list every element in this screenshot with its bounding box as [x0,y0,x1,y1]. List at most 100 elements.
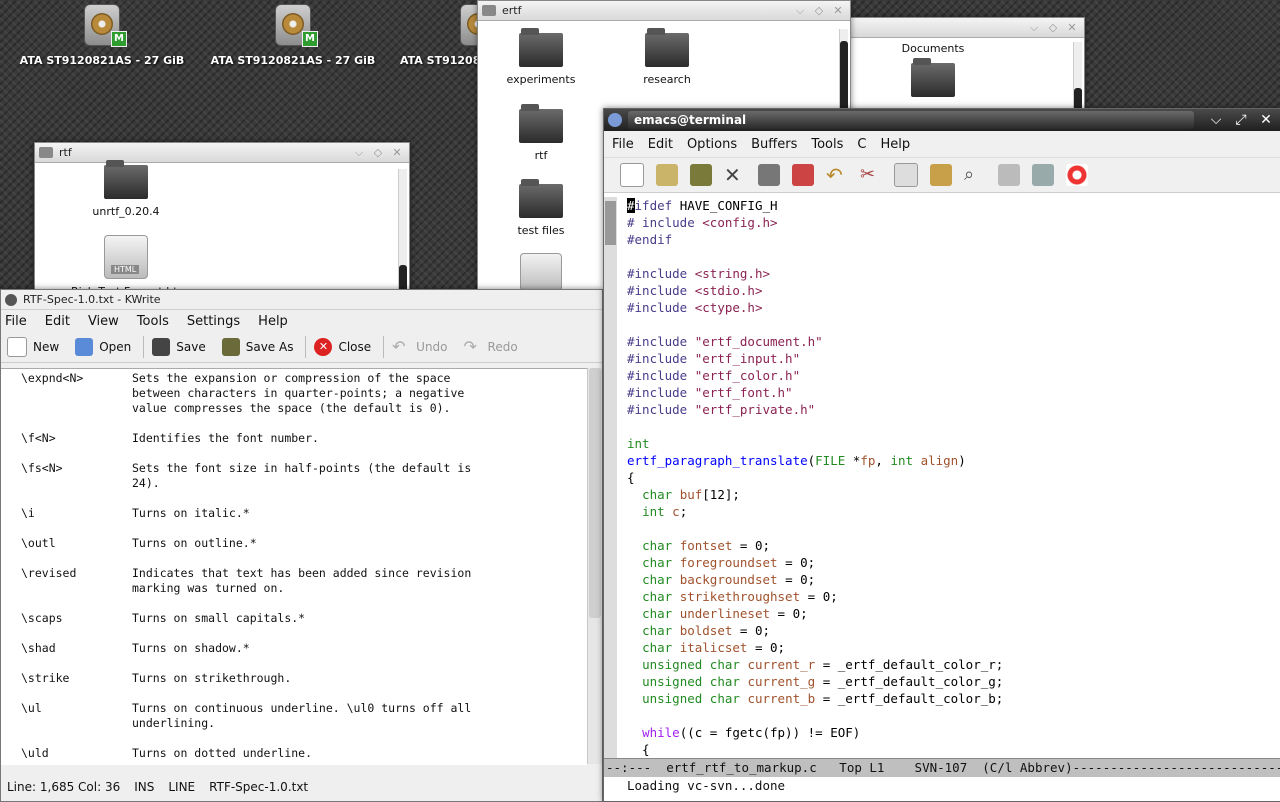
folder-icon [104,160,148,199]
paste-icon[interactable] [930,164,952,186]
close-icon: ✕ [314,338,333,356]
folder-label: rtf [534,149,548,162]
minimize-icon[interactable]: ⌵ [792,4,808,18]
menu-file[interactable]: File [612,137,634,152]
vertical-scrollbar[interactable] [604,197,617,765]
close-button[interactable]: ✕ Close [314,338,371,356]
window-titlebar: rtf ⌵ ◇ ✕ [35,143,409,163]
preferences-icon[interactable] [1032,164,1054,186]
save-as-icon[interactable] [792,164,814,186]
status-bar: Line: 1,685 Col: 36 INS LINE RTF-Spec-1.… [1,773,602,801]
close-icon[interactable]: ✕ [389,146,405,159]
selection-mode[interactable]: LINE [168,780,195,794]
mounted-badge: M [302,31,318,47]
window-title: ertf [502,4,522,17]
folder-item-research[interactable]: research [612,28,722,86]
menu-view[interactable]: View [88,314,119,329]
emacs-window: emacs@terminal ⌵ ⤢ ✕ File Edit Options B… [603,108,1280,802]
redo-button[interactable]: ↷ Redo [464,338,518,356]
search-icon[interactable]: ⌕ [964,164,986,186]
folder-item-unrtf[interactable]: unrtf_0.20.4 [71,160,181,218]
html-file-icon: HTML [104,235,148,279]
menu-tools[interactable]: Tools [811,137,843,152]
vertical-scrollbar[interactable] [587,368,602,764]
new-document-icon [7,337,27,357]
text-file-icon[interactable] [520,253,562,291]
menu-buffers[interactable]: Buffers [751,137,797,152]
folder-item[interactable]: Documents [878,42,988,97]
save-icon[interactable] [758,164,780,186]
menu-help[interactable]: Help [258,314,288,329]
save-as-icon [221,338,240,356]
folder-label: experiments [506,73,576,86]
menu-file[interactable]: File [5,314,27,329]
scrollbar-thumb[interactable] [589,368,601,618]
code-buffer[interactable]: #ifdef HAVE_CONFIG_H # include <config.h>… [627,197,1003,758]
text-line: \f<N> Identifies the font number. [21,431,319,445]
mode-line: --:--- ertf_rtf_to_markup.c Top L1 SVN-1… [604,758,1280,777]
toolbar: New Open Save Save As ✕ Close ↶ Undo ↷ Redo [1,332,602,363]
maximize-icon[interactable]: ⤢ [1230,112,1252,128]
print-icon[interactable] [998,164,1020,186]
close-icon[interactable]: ✕ [830,4,846,17]
window-title: rtf [59,146,72,159]
copy-icon[interactable] [894,163,918,187]
desktop-drive-2[interactable]: M ATA ST9120821AS - 27 GiB [203,4,383,67]
open-folder-icon[interactable] [656,164,678,186]
new-file-icon[interactable] [620,163,644,187]
close-icon[interactable]: ✕ [1255,112,1277,128]
help-icon[interactable] [1066,164,1088,186]
new-button[interactable]: New [7,337,59,357]
text-line: \uld Turns on dotted underline. [21,746,313,760]
menu-help[interactable]: Help [880,137,910,152]
folder-item-experiments[interactable]: experiments [486,28,596,86]
menu-options[interactable]: Options [687,137,737,152]
undo-button[interactable]: ↶ Undo [392,338,447,356]
undo-icon[interactable]: ↶ [826,164,848,186]
scrollbar-thumb[interactable] [605,201,616,245]
hard-drive-icon: M [275,4,318,47]
insert-mode[interactable]: INS [134,780,154,794]
menu-settings[interactable]: Settings [187,314,240,329]
status-filename: RTF-Spec-1.0.txt [209,780,309,794]
save-button[interactable]: Save [152,338,206,356]
toolbar: ✕ ↶ ✂ ⌕ [604,158,1280,193]
hard-drive-icon: M [84,4,127,47]
menu-c[interactable]: C [857,137,866,152]
folder-item-rtf[interactable]: rtf [486,104,596,162]
folder-label: Documents [901,42,965,55]
folder-icon [645,28,689,67]
close-icon[interactable]: ✕ [724,164,746,186]
folder-icon [39,147,53,158]
cut-icon[interactable]: ✂ [860,164,882,186]
folder-item-test-files[interactable]: test files [486,179,596,237]
text-line: \shad Turns on shadow.* [21,641,250,655]
scrollbar[interactable] [1073,42,1082,116]
maximize-icon[interactable]: ◇ [370,146,386,159]
text-editor-area[interactable]: \expnd<N> Sets the expansion or compressi… [1,368,587,765]
cursor-position: Line: 1,685 Col: 36 [7,780,121,794]
minimize-icon[interactable]: ⌵ [1205,112,1227,128]
save-icon [152,338,171,356]
scrollbar[interactable] [398,169,407,299]
rtf-window: rtf ⌵ ◇ ✕ unrtf_0.20.4 HTML Rich Text Fo… [34,142,410,304]
save-as-button[interactable]: Save As [221,338,293,356]
minibuffer[interactable]: Loading vc-svn...done [627,777,785,795]
open-dir-icon[interactable] [690,164,712,186]
desktop-drive-3[interactable]: ATA ST9120821AS - 27 GiB [390,4,480,67]
kwrite-window: RTF-Spec-1.0.txt - KWrite File Edit View… [0,289,603,802]
open-button[interactable]: Open [75,338,131,356]
menu-edit[interactable]: Edit [45,314,70,329]
minimize-icon[interactable]: ⌵ [1026,21,1042,35]
close-icon[interactable]: ✕ [1064,21,1080,34]
desktop-drive-1[interactable]: M ATA ST9120821AS - 27 GiB [12,4,192,67]
open-folder-icon [75,338,94,356]
window-titlebar: ertf ⌵ ◇ ✕ [478,1,850,21]
drive-label: ATA ST9120821AS - 27 GiB [400,54,480,67]
maximize-icon[interactable]: ◇ [811,4,827,17]
menu-tools[interactable]: Tools [137,314,169,329]
menu-edit[interactable]: Edit [648,137,673,152]
minimize-icon[interactable]: ⌵ [351,146,367,160]
window-title: emacs@terminal [628,111,1194,129]
maximize-icon[interactable]: ◇ [1045,21,1061,34]
